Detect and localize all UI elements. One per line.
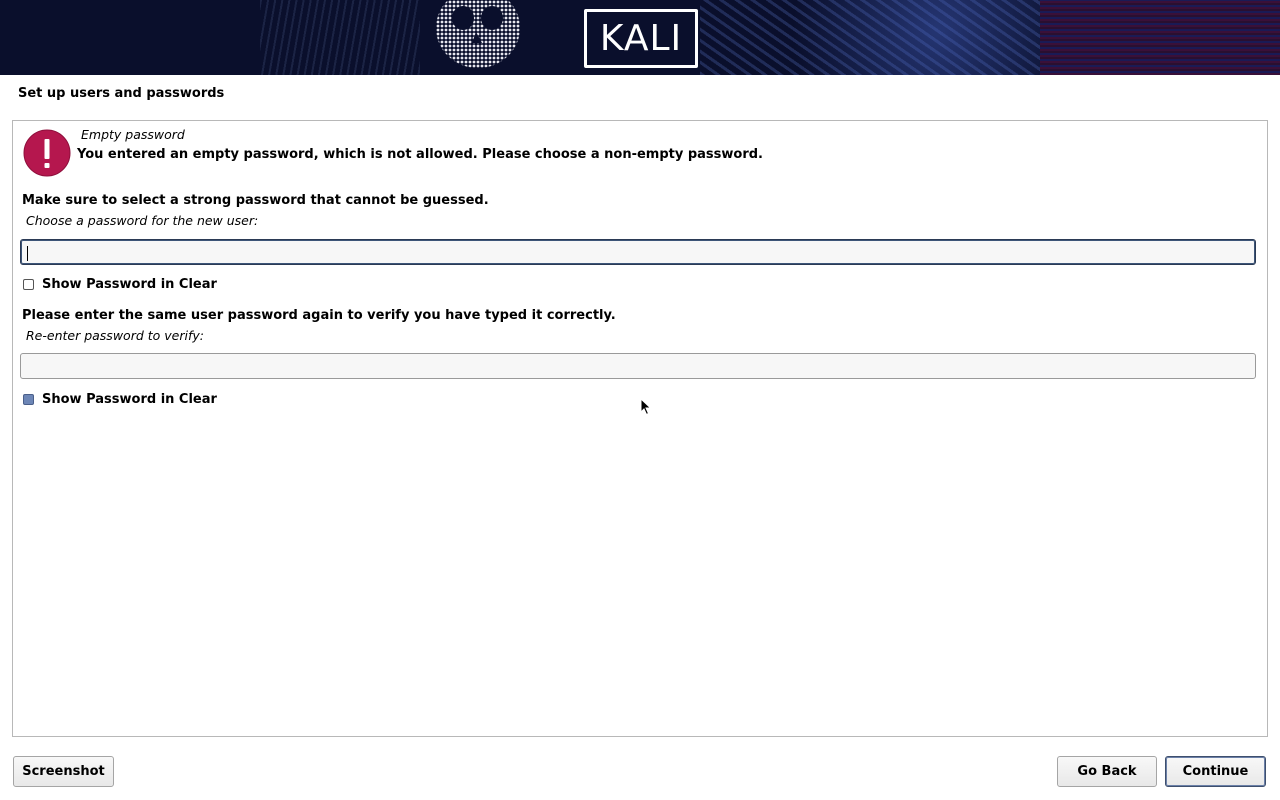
page-title: Set up users and passwords	[18, 86, 225, 101]
banner-decoration-right	[1040, 0, 1280, 75]
main-panel: Empty password You entered an empty pass…	[12, 120, 1268, 737]
alert-message: You entered an empty password, which is …	[77, 147, 763, 162]
verify-label: Re-enter password to verify:	[26, 328, 204, 343]
show-password-checkbox[interactable]	[23, 278, 34, 290]
banner-decoration-left	[260, 0, 420, 75]
verify-password-input[interactable]	[20, 353, 1256, 379]
screenshot-button[interactable]: Screenshot	[13, 756, 114, 787]
skull-graphic-icon	[436, 0, 520, 68]
continue-button[interactable]: Continue	[1165, 756, 1266, 787]
verify-hint: Please enter the same user password agai…	[22, 308, 616, 323]
password-input[interactable]	[20, 239, 1256, 265]
show-verify-password-checkbox[interactable]	[23, 393, 34, 405]
mouse-pointer-icon	[640, 398, 652, 416]
exclamation-icon	[23, 129, 71, 177]
show-password-label[interactable]: Show Password in Clear	[42, 277, 217, 292]
kali-logo: KALI	[584, 9, 698, 68]
password-hint: Make sure to select a strong password th…	[22, 193, 489, 208]
kali-banner: KALI	[0, 0, 1280, 75]
password-label: Choose a password for the new user:	[26, 213, 259, 228]
alert-title: Empty password	[81, 127, 185, 142]
show-password-checkbox-row[interactable]: Show Password in Clear	[23, 276, 217, 292]
show-verify-password-checkbox-row[interactable]: Show Password in Clear	[23, 391, 217, 407]
text-caret	[27, 246, 28, 261]
show-verify-password-label[interactable]: Show Password in Clear	[42, 392, 217, 407]
banner-decoration-middle	[700, 0, 1040, 75]
go-back-button[interactable]: Go Back	[1057, 756, 1157, 787]
